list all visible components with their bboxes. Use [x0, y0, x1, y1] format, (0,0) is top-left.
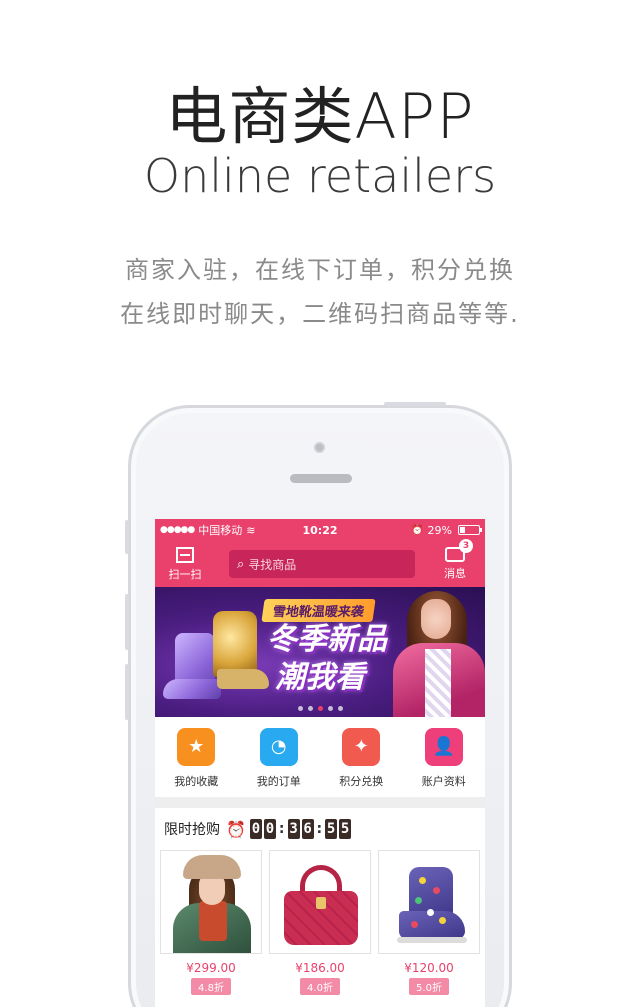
phone-mute-switch: [125, 520, 129, 554]
quick-menu-item[interactable]: 👤 账户资料: [406, 727, 482, 789]
pager-dot[interactable]: [337, 706, 343, 711]
product-card[interactable]: ¥120.00 5.0折: [378, 850, 480, 995]
message-button[interactable]: 3 消息: [433, 539, 477, 581]
product-list: ¥299.00 4.8折 ¥186.00 4.0折 ¥120.00 5.0折: [155, 850, 485, 995]
timer-digit: 0: [263, 819, 276, 839]
product-image-boot: [378, 850, 480, 954]
scan-button[interactable]: 扫一扫: [163, 546, 207, 582]
timer-digit: 5: [325, 819, 338, 839]
product-price: ¥120.00: [404, 961, 454, 975]
quick-menu-item[interactable]: ✦ 积分兑换: [323, 727, 399, 789]
product-image-woman-coat: [160, 850, 262, 954]
quick-menu-label: 积分兑换: [339, 774, 384, 788]
scan-icon: [176, 546, 194, 563]
banner-headline: 冬季新品 潮我看: [267, 621, 387, 697]
wand-icon: ✦: [342, 727, 381, 766]
banner-model: [389, 587, 485, 717]
hero-desc-line-2: 在线即时聊天，二维码扫商品等等.: [120, 300, 520, 328]
carrier-name: 中国移动: [198, 524, 243, 537]
pager-dot[interactable]: [317, 706, 323, 711]
search-icon: ⌕: [237, 556, 245, 572]
scan-label: 扫一扫: [168, 567, 202, 581]
banner-pager[interactable]: [155, 706, 485, 711]
star-bookmark-icon: ★: [177, 727, 216, 766]
countdown-timer: 0 0 : 3 6 : 5 5: [249, 819, 352, 839]
banner-boot-purple-foot: [163, 679, 221, 699]
pager-dot[interactable]: [297, 706, 303, 711]
phone-volume-down: [125, 664, 129, 720]
timer-digit: 6: [301, 819, 314, 839]
timer-digit: 3: [287, 819, 300, 839]
search-placeholder: 寻找商品: [248, 557, 297, 572]
banner-headline-2: 潮我看: [275, 660, 365, 695]
phone-power-button: [384, 402, 446, 406]
hero-title: 电商类APP: [165, 80, 475, 153]
product-price: ¥186.00: [295, 961, 345, 975]
pie-chart-icon: ◔: [259, 727, 298, 766]
quick-menu-label: 我的订单: [256, 774, 301, 788]
flash-sale-header: 限时抢购 ⏰ 0 0 : 3 6 : 5 5: [155, 808, 485, 850]
message-label: 消息: [444, 567, 466, 580]
banner-boot-gold: [213, 611, 257, 677]
battery-icon: [458, 525, 482, 535]
quick-menu-label: 账户资料: [421, 774, 466, 788]
pager-dot[interactable]: [327, 706, 333, 711]
banner-boot-gold-foot: [217, 669, 269, 689]
product-discount: 4.8折: [191, 978, 231, 995]
timer-colon: :: [278, 821, 285, 837]
signal-icon: ●●●●●: [160, 525, 195, 535]
quick-menu-item[interactable]: ★ 我的收藏: [158, 727, 234, 789]
battery-percent: 29%: [427, 523, 452, 537]
hero-description: 商家入驻，在线下订单，积分兑换 在线即时聊天，二维码扫商品等等.: [0, 248, 640, 336]
user-icon: 👤: [424, 727, 463, 766]
promo-banner[interactable]: 雪地靴温暖来袭 冬季新品 潮我看: [155, 587, 485, 717]
quick-menu-label: 我的收藏: [174, 774, 219, 788]
nav-bar: 扫一扫 ⌕ 寻找商品 3 消息: [155, 539, 485, 587]
quick-menu: ★ 我的收藏 ◔ 我的订单 ✦ 积分兑换 👤 账户资料: [155, 717, 485, 797]
product-discount: 5.0折: [409, 978, 449, 995]
flash-sale-title: 限时抢购: [164, 822, 220, 838]
timer-digit: 5: [339, 819, 352, 839]
product-card[interactable]: ¥186.00 4.0折: [269, 850, 371, 995]
product-discount: 4.0折: [300, 978, 340, 995]
status-right: ⏰ 29%: [411, 523, 482, 537]
phone-camera: [314, 442, 325, 453]
timer-digit: 0: [249, 819, 262, 839]
alarm-clock-icon: ⏰: [226, 819, 246, 839]
product-price: ¥299.00: [186, 961, 236, 975]
alarm-icon: ⏰: [411, 524, 424, 536]
product-image-handbag: [269, 850, 371, 954]
wifi-icon: ≋: [246, 523, 256, 537]
phone-volume-up: [125, 594, 129, 650]
hero-desc-line-1: 商家入驻，在线下订单，积分兑换: [125, 256, 515, 284]
timer-colon: :: [316, 821, 323, 837]
banner-tag: 雪地靴温暖来袭: [261, 599, 376, 622]
phone-screen: ●●●●● 中国移动 ≋ 10:22 ⏰ 29% 扫一扫 ⌕ 寻找商品 3 消息…: [155, 519, 485, 1007]
search-input[interactable]: ⌕ 寻找商品: [229, 550, 415, 578]
status-bar: ●●●●● 中国移动 ≋ 10:22 ⏰ 29%: [155, 519, 485, 541]
flash-sale-section: 限时抢购 ⏰ 0 0 : 3 6 : 5 5 ¥299.00 4.8折 ¥186…: [155, 808, 485, 1007]
hero-subtitle: Online retailers: [143, 149, 497, 203]
quick-menu-item[interactable]: ◔ 我的订单: [241, 727, 317, 789]
message-badge: 3: [459, 539, 473, 553]
product-card[interactable]: ¥299.00 4.8折: [160, 850, 262, 995]
pager-dot[interactable]: [307, 706, 313, 711]
phone-speaker: [290, 474, 352, 483]
banner-headline-1: 冬季新品: [267, 622, 387, 657]
